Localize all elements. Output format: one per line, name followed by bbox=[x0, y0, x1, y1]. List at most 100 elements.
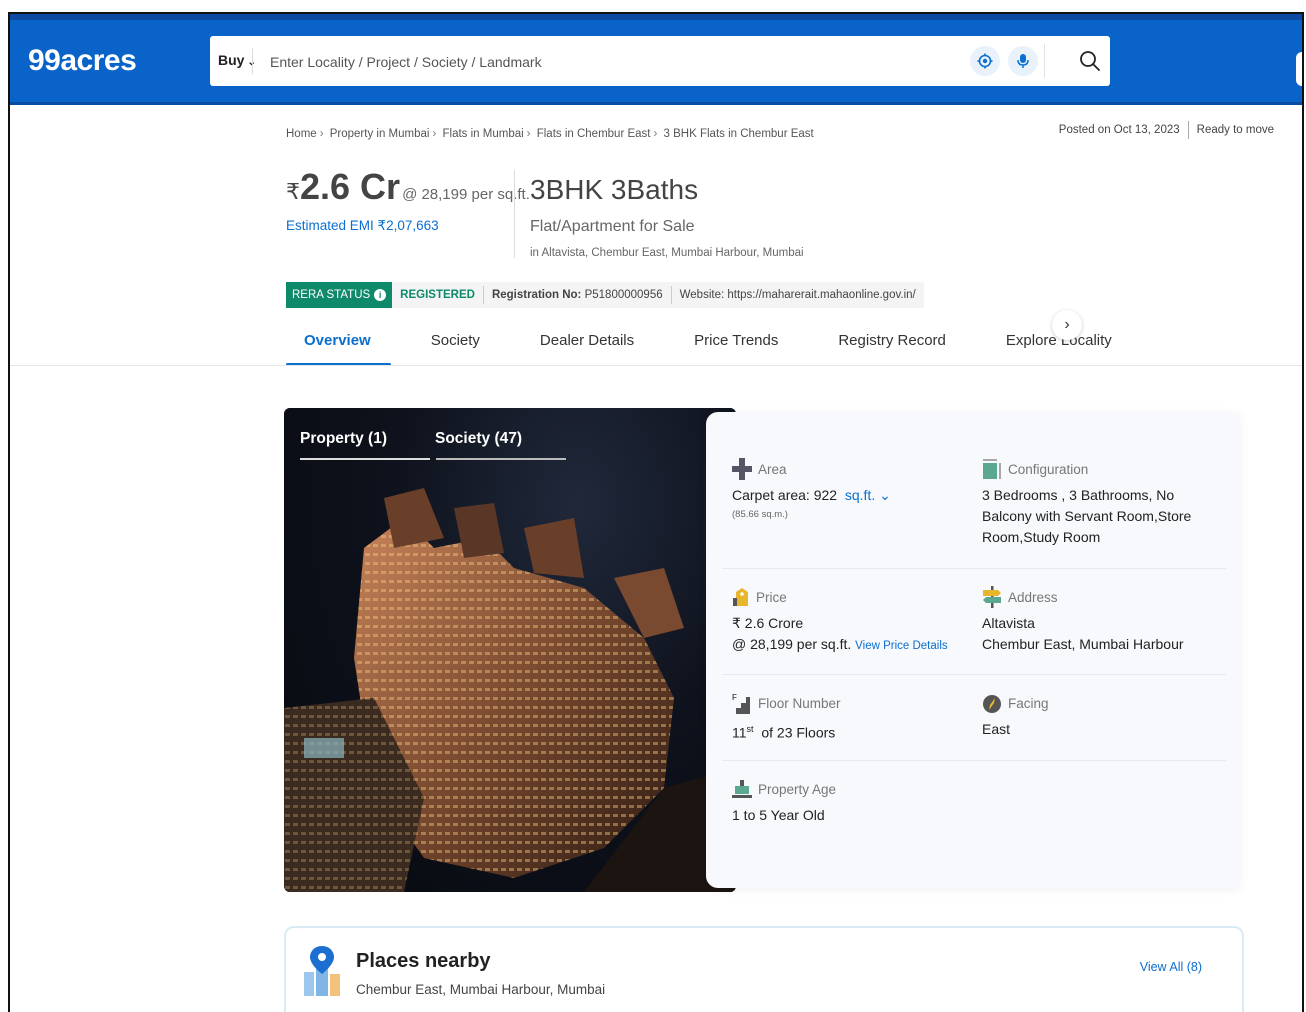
price-value: ₹ 2.6 Crore bbox=[732, 615, 804, 631]
price-block: ₹2.6 Cr @ 28,199 per sq.ft. bbox=[286, 166, 530, 208]
divider bbox=[1044, 44, 1045, 78]
breadcrumb-item-flats-in-chembur-east[interactable]: Flats in Chembur East bbox=[537, 128, 651, 140]
rera-status-label: RERA STATUS bbox=[292, 289, 371, 301]
registration-label: Registration No: bbox=[491, 289, 582, 301]
site-header: 99acres Buy⌄ bbox=[10, 20, 1302, 105]
gallery-tab-property[interactable]: Property (1) bbox=[300, 430, 387, 448]
tab-price-trends[interactable]: Price Trends bbox=[694, 314, 778, 366]
estimated-emi-link[interactable]: Estimated EMI ₹2,07,663 bbox=[286, 218, 439, 234]
area-label: Area bbox=[758, 461, 787, 477]
rera-bar: RERA STATUS i REGISTERED Registration No… bbox=[286, 282, 924, 308]
property-age-value: 1 to 5 Year Old bbox=[732, 807, 825, 823]
listing-title: 3BHK 3Baths bbox=[530, 174, 699, 205]
breadcrumb: Home › Property in Mumbai › Flats in Mumba… bbox=[286, 128, 814, 140]
side-panel-tab[interactable] bbox=[1296, 52, 1302, 86]
area-unit-dropdown[interactable]: sq.ft. ⌄ bbox=[845, 487, 891, 503]
breadcrumb-item-property-in-mumbai[interactable]: Property in Mumbai bbox=[330, 128, 430, 140]
price-label: Price bbox=[756, 589, 787, 605]
divider bbox=[1187, 121, 1189, 139]
building-age-icon bbox=[732, 780, 752, 798]
property-details-card: Area Carpet area: 922 sq.ft. ⌄ (85.66 sq… bbox=[706, 412, 1240, 888]
tab-society[interactable]: Society bbox=[431, 314, 480, 366]
divider bbox=[722, 760, 1226, 761]
gallery-tab-underline bbox=[436, 458, 566, 460]
view-all-nearby-link[interactable]: View All (8) bbox=[1140, 960, 1202, 974]
detail-configuration: Configuration 3 Bedrooms , 3 Bathrooms, … bbox=[982, 458, 1222, 548]
rera-registered: REGISTERED bbox=[400, 289, 475, 301]
configuration-icon bbox=[983, 459, 1001, 479]
configuration-label: Configuration bbox=[1008, 461, 1089, 477]
detail-floor: F Floor Number 11st of 23 Floors bbox=[732, 692, 972, 744]
floor-number: 11 bbox=[732, 724, 747, 741]
area-icon bbox=[732, 458, 752, 480]
registration-value: P51800000956 bbox=[584, 289, 663, 301]
places-nearby-card: Places nearby Chembur East, Mumbai Harbo… bbox=[284, 926, 1244, 1012]
breadcrumb-item-flats-in-mumbai[interactable]: Flats in Mumbai bbox=[443, 128, 524, 140]
info-icon[interactable]: i bbox=[374, 289, 387, 301]
building-photo bbox=[284, 488, 736, 892]
detail-area: Area Carpet area: 922 sq.ft. ⌄ (85.66 sq… bbox=[732, 458, 962, 520]
property-type: Flat/Apartment for Sale bbox=[530, 218, 695, 235]
address-label: Address bbox=[1008, 589, 1058, 605]
breadcrumb-item-current: 3 BHK Flats in Chembur East bbox=[663, 128, 814, 140]
gallery-tab-underline bbox=[300, 458, 430, 460]
address-line2: Chembur East, Mumbai Harbour bbox=[982, 636, 1184, 652]
property-age-label: Property Age bbox=[758, 781, 837, 797]
tab-dealer-details[interactable]: Dealer Details bbox=[540, 314, 634, 366]
area-value: Carpet area: 922 bbox=[732, 487, 838, 503]
compass-icon bbox=[983, 695, 1001, 713]
posted-date: Posted on Oct 13, 2023 bbox=[1058, 124, 1180, 136]
buy-dropdown[interactable]: Buy⌄ bbox=[218, 52, 256, 68]
divider bbox=[514, 170, 515, 258]
price-per-sqft: @ 28,199 per sq.ft. bbox=[402, 186, 530, 203]
divider bbox=[252, 48, 253, 74]
microphone-icon[interactable] bbox=[1008, 46, 1038, 76]
search-icon[interactable] bbox=[1072, 46, 1108, 76]
signpost-icon bbox=[983, 586, 1001, 608]
facing-value: East bbox=[982, 721, 1011, 737]
search-bar: Buy⌄ bbox=[210, 36, 1110, 86]
price-tag-icon bbox=[733, 588, 748, 606]
tab-overview[interactable]: Overview bbox=[286, 314, 391, 366]
chevron-down-icon: ⌄ bbox=[879, 487, 891, 503]
property-location: in Altavista, Chembur East, Mumbai Harbo… bbox=[530, 247, 804, 259]
posting-info: Posted on Oct 13, 2023 Ready to move bbox=[1059, 121, 1274, 139]
facing-label: Facing bbox=[1008, 695, 1049, 711]
site-logo[interactable]: 99acres bbox=[28, 44, 137, 78]
places-nearby-subtitle: Chembur East, Mumbai Harbour, Mumbai bbox=[356, 982, 606, 997]
breadcrumb-separator: › bbox=[653, 128, 658, 140]
places-nearby-title: Places nearby bbox=[356, 950, 491, 972]
area-unit: sq.ft. bbox=[844, 487, 876, 503]
floor-total: of 23 Floors bbox=[761, 724, 836, 741]
breadcrumb-item-home[interactable]: Home bbox=[286, 128, 317, 140]
breadcrumb-separator: › bbox=[432, 128, 437, 140]
tabs-next-chevron-icon[interactable]: › bbox=[1052, 310, 1082, 340]
breadcrumb-separator: › bbox=[526, 128, 531, 140]
configuration-value: 3 Bedrooms , 3 Bathrooms, No Balcony wit… bbox=[982, 487, 1192, 545]
breadcrumb-separator: › bbox=[319, 128, 324, 140]
search-input[interactable] bbox=[268, 49, 952, 75]
detail-address: Address Altavista Chembur East, Mumbai Ha… bbox=[982, 586, 1222, 655]
divider bbox=[722, 568, 1226, 569]
floor-number-suffix: st bbox=[746, 724, 754, 734]
rera-website[interactable]: Website: https://maharerait.mahaonline.g… bbox=[672, 289, 924, 301]
area-sqm: (85.66 sq.m.) bbox=[732, 509, 788, 520]
map-pin-icon bbox=[304, 946, 340, 996]
browser-frame: 99acres Buy⌄ Home› Property in Mumbai› F… bbox=[8, 12, 1304, 1012]
rera-status-badge: RERA STATUS i bbox=[286, 282, 393, 308]
location-icon[interactable] bbox=[970, 46, 1000, 76]
property-gallery[interactable]: Property (1) Society (47) bbox=[284, 408, 736, 892]
buy-label: Buy bbox=[218, 52, 245, 68]
gallery-tab-society[interactable]: Society (47) bbox=[435, 430, 522, 448]
divider bbox=[722, 674, 1226, 675]
address-line1: Altavista bbox=[982, 615, 1035, 631]
view-price-details-link[interactable]: View Price Details bbox=[855, 640, 947, 652]
price-per-sqft-detail: @ 28,199 per sq.ft. bbox=[732, 636, 852, 652]
floor-label: Floor Number bbox=[758, 695, 841, 711]
section-tabs: Overview Society Dealer Details Price Tr… bbox=[286, 314, 1172, 366]
floor-icon: F bbox=[732, 693, 750, 714]
price-amount: 2.6 Cr bbox=[300, 166, 401, 207]
tab-registry-record[interactable]: Registry Record bbox=[838, 314, 946, 366]
currency-symbol: ₹ bbox=[286, 179, 300, 204]
availability-status: Ready to move bbox=[1196, 124, 1274, 136]
